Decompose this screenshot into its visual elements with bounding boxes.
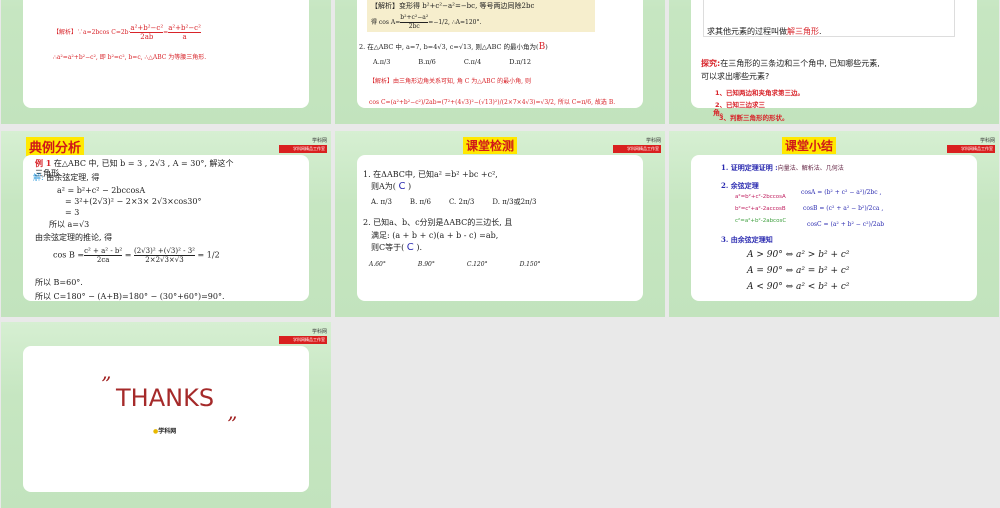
question-2: 2. 在△ABC 中, a=7, b=4√3, c=√13, 则△ABC 的最小… <box>359 42 548 52</box>
question-2: 2. 已知a、b、c分别是ΔABC的三边长, 且 <box>363 218 513 227</box>
slide-content: 【解析】变形得 b²+c²−a²=−bc, 等号两边同除2bc 得 cos A=… <box>357 0 643 108</box>
slide-content: 1. 在ΔABC中, 已知a² =b² +bc +c², 则A为( C ) A.… <box>357 155 643 301</box>
definition-text: 求其他元素的过程叫做解三角形. <box>707 27 822 36</box>
slide-title: 课堂检测 <box>463 137 518 154</box>
formula-c: c²=a²+b²-2abcosC <box>735 218 787 224</box>
question-1-answer-line: 则A为( C ) <box>371 181 412 192</box>
solution: 解: 由余弦定理, 得 <box>33 173 100 182</box>
explore-text-2: 可以求出哪些元素? <box>701 72 770 81</box>
example-text: 例 1 在△ABC 中, 已知 b = 3 , 2√3 , A = 30°, 解… <box>35 158 234 168</box>
cos-c-formula: cosC = (a² + b² − c²)/2ab <box>807 221 885 228</box>
slide-content: 【解析】∵a=2bcos C=2b· a²+b²−c² 2ab = a²+b²−c² a … <box>23 0 309 108</box>
cos-b-formula: cos B = c² + a² - b² 2ca = (2√3)² +(√3)² -… <box>53 247 220 264</box>
question-2-answer-line: 则C等于( C ). <box>371 242 422 253</box>
logo: 学科网 学科网精品工作室 <box>279 137 327 153</box>
logo: 学科网 学科网精品工作室 <box>947 137 995 153</box>
quote-close: ” <box>227 412 238 436</box>
analysis-line-2: ∴a²=a²+b²−c², 即 b²=c², b=c, ∴△ABC 为等腰三角形… <box>53 54 207 61</box>
brand-logo: ●学科网 <box>153 428 177 435</box>
slide-thumbnail-1[interactable]: 【解析】∵a=2bcos C=2b· a²+b²−c² 2ab = a²+b²−c² a … <box>1 0 331 124</box>
analysis-top: 【解析】变形得 b²+c²−a²=−bc, 等号两边同除2bc <box>371 2 535 10</box>
thanks-text: THANKS <box>116 384 215 412</box>
explore-item-3: 3、判断三角形的形状。 <box>719 114 789 122</box>
step-6: 所以 B=60°. <box>35 278 83 287</box>
quote-open: ” <box>101 372 112 396</box>
cos-b-formula: cosB = (c² + a² − b²)/2ca , <box>803 205 884 212</box>
options: A.π/3 B.π/6 C.π/4 D.π/12 <box>373 58 531 66</box>
step-5: 由余弦定理的推论, 得 <box>35 233 113 242</box>
slide-content: 1. 证明定理证明 :向量法、解析法、几何法 2. 余弦定理 a²=b²+c²-… <box>691 155 977 301</box>
slide-thumbnail-7[interactable]: 学科网 学科网精品工作室 ” THANKS ” ●学科网 <box>1 322 331 508</box>
step-7: 所以 C=180° − (A+B)=180° − (30°+60°)=90°. <box>35 292 225 301</box>
logo: 学科网 学科网精品工作室 <box>279 328 327 344</box>
formula-b: b²=c²+a²-2accosB <box>735 206 786 212</box>
logo: 学科网 学科网精品工作室 <box>613 137 661 153</box>
slide-thumbnail-6[interactable]: 课堂小结 学科网 学科网精品工作室 1. 证明定理证明 :向量法、解析法、几何法 … <box>669 131 999 317</box>
slide-thumbnail-4[interactable]: 典例分析 学科网 学科网精品工作室 例 1 在△ABC 中, 已知 b = 3 ,… <box>1 131 331 317</box>
explore-text: 探究:在三角形的三条边和三个角中, 已知哪些元素, <box>701 59 880 68</box>
slide-thumbnail-2[interactable]: 【解析】变形得 b²+c²−a²=−bc, 等号两边同除2bc 得 cos A=… <box>335 0 665 124</box>
point-3: 3. 由余弦定理知 <box>721 235 773 244</box>
slide-thumbnail-3[interactable]: 求其他元素的过程叫做解三角形. 探究:在三角形的三条边和三个角中, 已知哪些元素… <box>669 0 999 124</box>
step-4: 所以 a=√3 <box>49 220 90 229</box>
point-1: 1. 证明定理证明 :向量法、解析法、几何法 <box>721 163 844 172</box>
cos-a-line: 得 cos A= b²+c²−a² 2bc =−1/2, ∴A=120°. <box>371 14 482 30</box>
cos-a-formula: cosA = (b² + c² − a²)/2bc , <box>801 189 882 196</box>
slide-content: 求其他元素的过程叫做解三角形. 探究:在三角形的三条边和三个角中, 已知哪些元素… <box>691 0 977 122</box>
explore-item-1: 1、已知两边和夹角求第三边。 <box>715 89 805 97</box>
question-1: 1. 在ΔABC中, 已知a² =b² +bc +c², <box>363 170 498 179</box>
step-1: a² = b²+c² − 2bccosA <box>57 186 146 195</box>
rule-right: A = 90° ⇔ a² = b² + c² <box>747 266 850 276</box>
question-2-condition: 满足: (a + b + c)(a + b - c) =ab, <box>371 231 499 240</box>
slide-content: ” THANKS ” ●学科网 <box>23 346 309 492</box>
step-2: = 3²+(2√3)² − 2×3× 2√3×cos30° <box>65 197 202 206</box>
question-1-options: A. π/3 B. π/6 C. 2π/3 D. π/3或2π/3 <box>371 198 537 206</box>
slide-title: 课堂小结 <box>782 137 837 154</box>
analysis-line-1: 【解析】∵a=2bcos C=2b· a²+b²−c² 2ab = a²+b²−c² a <box>53 24 201 41</box>
question-2-options: A.60° B.90° C.120° D.150° <box>369 261 541 268</box>
slide-title: 典例分析 <box>26 137 85 156</box>
formula-a: a²=b²+c²-2bccosA <box>735 194 786 200</box>
slide-content: 例 1 在△ABC 中, 已知 b = 3 , 2√3 , A = 30°, 解… <box>23 155 309 301</box>
point-2: 2. 余弦定理 <box>721 181 759 190</box>
slide-thumbnail-5[interactable]: 课堂检测 学科网 学科网精品工作室 1. 在ΔABC中, 已知a² =b² +bc… <box>335 131 665 317</box>
rule-obtuse: A > 90° ⇔ a² > b² + c² <box>747 250 850 260</box>
step-3: = 3 <box>65 208 80 217</box>
rule-acute: A < 90° ⇔ a² < b² + c² <box>747 282 850 292</box>
analysis-2: 【解析】由三角形边角关系可知, 角 C 为△ABC 的最小角, 则 <box>369 78 532 85</box>
cos-c-line: cos C=(a²+b²−c²)/2ab=(7²+(4√3)²−(√13)²)/… <box>369 99 616 106</box>
